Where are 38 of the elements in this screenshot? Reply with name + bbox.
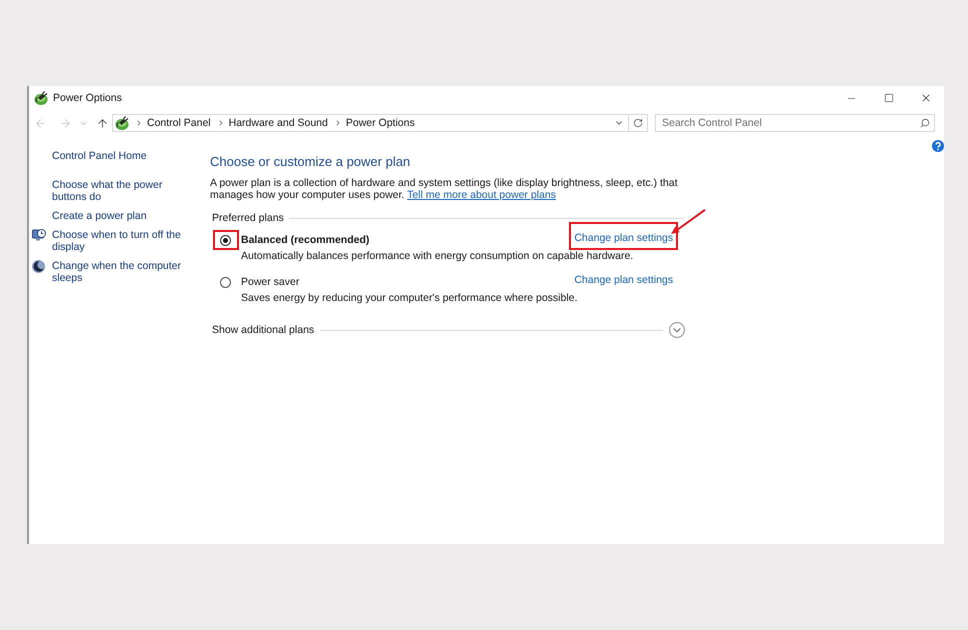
- plan-description: Automatically balances performance with energy consumption on capable hardware.: [241, 250, 634, 262]
- maximize-icon: [884, 93, 894, 103]
- home-link[interactable]: Control Panel Home: [52, 150, 147, 162]
- refresh-button[interactable]: [629, 114, 648, 132]
- learn-more-link[interactable]: Tell me more about power plans: [407, 189, 556, 201]
- help-icon[interactable]: [932, 140, 944, 152]
- monitor-clock-icon: [32, 229, 46, 242]
- show-more-label[interactable]: Show additional plans: [212, 324, 314, 336]
- breadcrumb-link[interactable]: Hardware and Sound: [228, 117, 328, 129]
- search-icon[interactable]: [920, 118, 930, 128]
- change-plan-settings-link[interactable]: Change plan settings: [574, 232, 673, 244]
- arrow-up-icon: [96, 116, 109, 130]
- arrow-left-icon: [34, 116, 47, 130]
- address-bar[interactable]: Control Panel Hardware and Sound Power Options: [112, 114, 629, 132]
- plan-description: Saves energy by reducing your computer's performance where possible.: [241, 292, 578, 304]
- change-plan-settings-link[interactable]: Change plan settings: [574, 274, 673, 286]
- breadcrumb-link[interactable]: Power Options: [346, 117, 415, 129]
- sidebar-link[interactable]: Change when the computer sleeps: [52, 260, 194, 284]
- sidebar-link[interactable]: Choose what the power buttons do: [52, 179, 194, 203]
- plan-name: Balanced (recommended): [241, 233, 370, 248]
- sidebar-link[interactable]: Choose when to turn off the display: [52, 229, 194, 253]
- moon-icon: [32, 260, 45, 273]
- intro-text: A power plan is a collection of hardware and system settings (like display brightness, sleep, etc.) that manages how your computer uses power. Tell me more about power plans: [210, 177, 678, 201]
- section-label: Preferred plans: [212, 212, 284, 224]
- radio-button[interactable]: [220, 234, 231, 246]
- window-title: Power Options: [53, 92, 122, 104]
- refresh-icon: [633, 118, 643, 128]
- breadcrumb-link[interactable]: Control Panel: [147, 117, 211, 129]
- arrow-right-icon: [59, 116, 72, 130]
- search-field[interactable]: Search Control Panel: [655, 114, 935, 132]
- chevron-right-icon: [135, 119, 143, 127]
- page-heading: Choose or customize a power plan: [210, 154, 410, 170]
- power-plug-icon: [34, 91, 48, 105]
- expand-chevron-icon[interactable]: [669, 322, 685, 338]
- power-plug-icon: [115, 116, 129, 130]
- sidebar-link[interactable]: Create a power plan: [52, 210, 194, 222]
- radio-button[interactable]: [220, 276, 231, 288]
- plan-name: Power saver: [241, 275, 300, 290]
